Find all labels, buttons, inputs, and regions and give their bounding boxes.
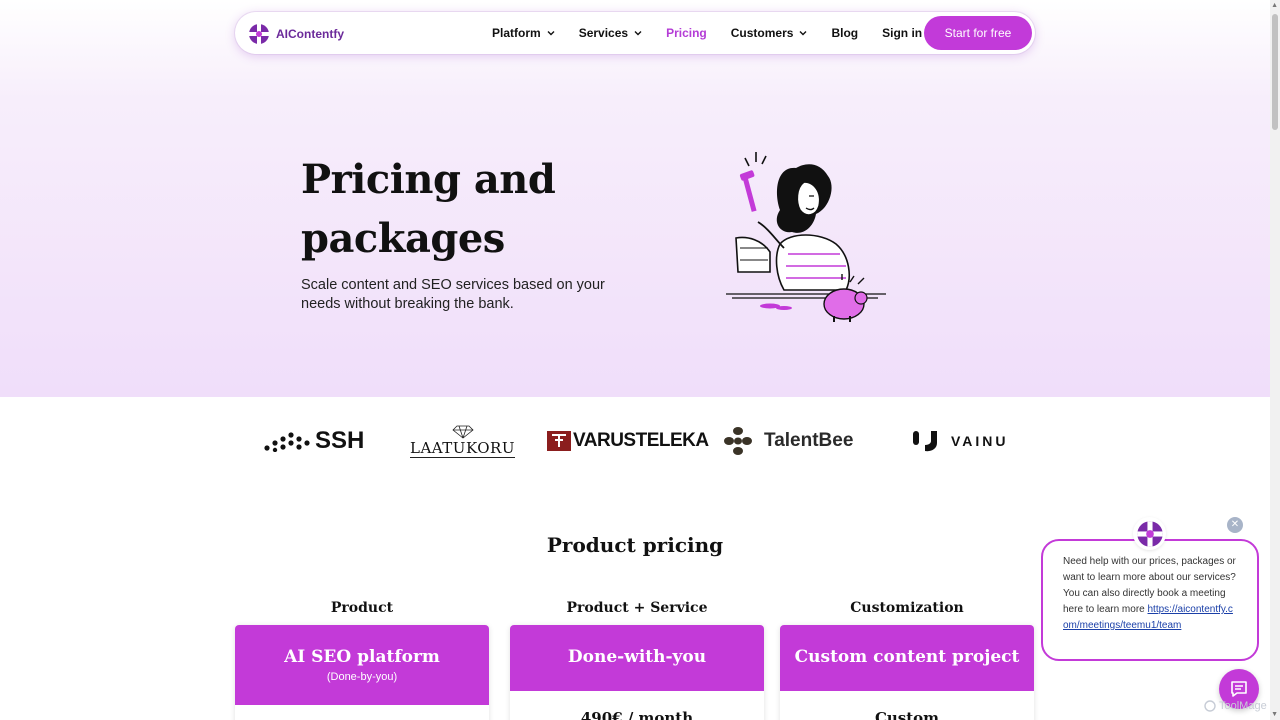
nav-item-label: Blog bbox=[831, 26, 859, 40]
column-label-product: Product bbox=[330, 600, 394, 616]
navbar: AIContentfy Platform Services Pricing Cu… bbox=[235, 12, 1035, 54]
hero-background bbox=[0, 0, 1270, 397]
hero-subtitle: Scale content and SEO services based on … bbox=[301, 277, 605, 312]
logo-icon bbox=[1136, 520, 1163, 547]
nav-item-blog[interactable]: Blog bbox=[831, 26, 858, 40]
logo-icon bbox=[249, 24, 269, 44]
nav-item-services[interactable]: Services bbox=[579, 26, 642, 40]
page-title-line2: packages bbox=[301, 215, 505, 262]
pricing-card-done-with-you[interactable]: Done-with-you 490€ / month bbox=[510, 625, 764, 720]
chat-icon bbox=[1231, 681, 1247, 697]
pricing-card-custom-content-project[interactable]: Custom content project Custom bbox=[780, 625, 1034, 720]
scroll-up-icon[interactable]: ▲ bbox=[1271, 2, 1278, 9]
brand-logo-ssh: SSH bbox=[263, 420, 364, 462]
nav-item-label: Customers bbox=[730, 26, 794, 40]
brand-name: SSH bbox=[315, 427, 365, 454]
nav-item-platform[interactable]: Platform bbox=[492, 26, 555, 40]
column-label-product-service: Product + Service bbox=[566, 600, 708, 616]
column-label-customization: Customization bbox=[850, 600, 964, 616]
woman-piggy-bank-illustration bbox=[726, 152, 886, 322]
watermark-logo-icon bbox=[1204, 700, 1216, 712]
watermark: ToolMage bbox=[1204, 700, 1267, 712]
nav-item-label: Sign in bbox=[882, 26, 923, 40]
nav-item-sign-in[interactable]: Sign in bbox=[882, 26, 922, 40]
page-title: Pricing and packages bbox=[301, 150, 556, 268]
brand-name: VARUSTELEKA bbox=[573, 430, 709, 451]
watermark-text: ToolMage bbox=[1219, 700, 1267, 712]
pricing-card-ai-seo-platform[interactable]: AI SEO platform (Done-by-you) bbox=[235, 625, 489, 720]
scroll-down-icon[interactable]: ▼ bbox=[1271, 711, 1278, 718]
page-title-line1: Pricing and bbox=[301, 156, 556, 203]
nav-item-pricing[interactable]: Pricing bbox=[666, 26, 707, 40]
brand-logo-talentbee: TalentBee bbox=[720, 420, 853, 462]
nav-item-label: Pricing bbox=[666, 26, 707, 40]
logo-text: AIContentfy bbox=[276, 27, 344, 41]
chat-popup[interactable]: Need help with our prices, packages or w… bbox=[1041, 539, 1259, 661]
brand-name: LAATUKORU bbox=[410, 438, 515, 458]
card-subtitle: (Done-by-you) bbox=[326, 671, 398, 683]
card-header: Done-with-you bbox=[510, 625, 764, 691]
chevron-down-icon bbox=[634, 31, 642, 36]
card-title: AI SEO platform bbox=[284, 647, 440, 667]
nav-item-label: Services bbox=[578, 26, 629, 40]
card-header: AI SEO platform (Done-by-you) bbox=[235, 625, 489, 705]
start-for-free-button[interactable]: Start for free bbox=[924, 16, 1032, 50]
varusteleka-emblem-icon bbox=[547, 431, 571, 451]
bee-cluster-icon bbox=[724, 427, 752, 455]
nav-item-customers[interactable]: Customers bbox=[731, 26, 808, 40]
chevron-down-icon bbox=[547, 31, 555, 36]
brand-name: VAINU bbox=[951, 433, 1009, 449]
vainu-mark-icon bbox=[913, 431, 937, 452]
card-price: 490€ / month bbox=[580, 709, 694, 720]
customer-logos: SSH LAATUKORU VARUSTELEKA TalentBee VAIN… bbox=[235, 420, 1035, 462]
chevron-down-icon bbox=[799, 31, 807, 36]
diamond-icon bbox=[451, 425, 474, 439]
card-header: Custom content project bbox=[780, 625, 1034, 691]
logo[interactable]: AIContentfy bbox=[248, 23, 344, 45]
ssh-dots-icon bbox=[264, 432, 310, 452]
nav-menu: Platform Services Pricing Customers Blog… bbox=[492, 12, 946, 54]
card-price: Custom bbox=[874, 709, 940, 720]
page-scrollbar[interactable]: ▲ ▼ bbox=[1270, 0, 1280, 720]
card-title: Custom content project bbox=[794, 647, 1020, 667]
nav-item-label: Platform bbox=[492, 26, 541, 40]
brand-logo-vainu: VAINU bbox=[911, 420, 1009, 462]
close-icon[interactable]: ✕ bbox=[1227, 517, 1243, 533]
brand-name: TalentBee bbox=[764, 430, 854, 451]
brand-logo-laatukoru: LAATUKORU bbox=[410, 420, 515, 462]
card-title: Done-with-you bbox=[567, 647, 707, 667]
scrollbar-thumb[interactable] bbox=[1272, 14, 1278, 130]
card-price bbox=[235, 705, 489, 720]
brand-logo-varusteleka: VARUSTELEKA bbox=[547, 420, 709, 462]
chat-avatar bbox=[1133, 517, 1166, 550]
